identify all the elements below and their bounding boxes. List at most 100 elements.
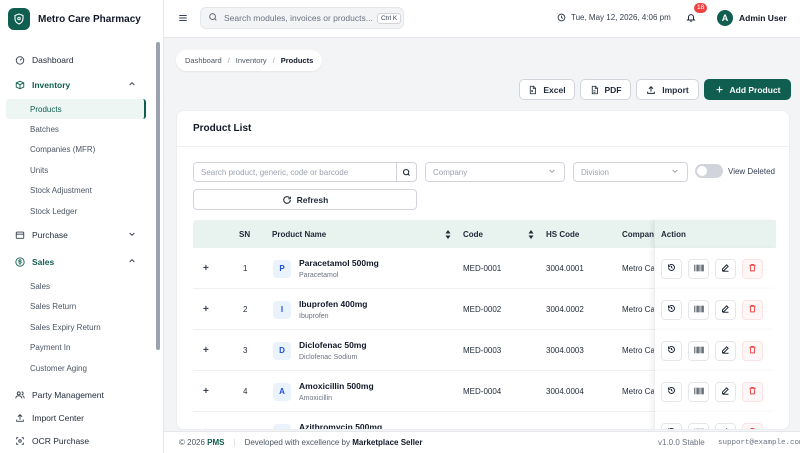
- product-search[interactable]: [193, 162, 417, 182]
- cell-company: Metro Care: [622, 346, 654, 355]
- edit-button[interactable]: [715, 340, 736, 361]
- sidebar-item-label: Party Management: [32, 390, 104, 401]
- sidebar-item-stock-adjustment[interactable]: Stock Adjustment: [0, 181, 152, 201]
- delete-button[interactable]: [742, 258, 763, 279]
- sidebar-item-payment-in[interactable]: Payment In: [0, 338, 152, 358]
- bell-icon[interactable]: [686, 12, 696, 25]
- search-button[interactable]: [396, 163, 416, 181]
- edit-button[interactable]: [715, 299, 736, 320]
- avatar[interactable]: A: [717, 10, 733, 26]
- support-email[interactable]: support@example.com: [718, 439, 800, 447]
- delete-button[interactable]: [742, 422, 763, 429]
- brand[interactable]: Metro Care Pharmacy: [0, 0, 163, 38]
- footer-brand: PMS: [207, 438, 225, 447]
- cell-code: MED-0004: [463, 387, 502, 396]
- sidebar-item-sales[interactable]: Sales: [0, 252, 152, 272]
- sidebar-item-customer-aging[interactable]: Customer Aging: [0, 358, 152, 378]
- product-name[interactable]: Azithromycin 500mg: [299, 422, 382, 429]
- sidebar-item-inventory[interactable]: Inventory: [0, 75, 152, 95]
- barcode-button[interactable]: [688, 340, 709, 361]
- product-search-input[interactable]: [194, 167, 394, 177]
- file-icon: [591, 85, 598, 94]
- edit-button[interactable]: [715, 258, 736, 279]
- expand-row-icon[interactable]: +: [203, 248, 209, 289]
- delete-button[interactable]: [742, 340, 763, 361]
- global-search-input[interactable]: [224, 13, 374, 23]
- chevron-down-icon: [128, 230, 136, 240]
- user-name[interactable]: Admin User: [739, 13, 787, 23]
- delete-button[interactable]: [742, 299, 763, 320]
- edit-button[interactable]: [715, 381, 736, 402]
- cart-icon: [14, 229, 26, 241]
- barcode-button[interactable]: [688, 422, 709, 429]
- product-name[interactable]: Ibuprofen 400mg: [299, 299, 367, 309]
- sidebar-item-label: Sales Return: [30, 302, 77, 312]
- sidebar-item-sales-list[interactable]: Sales: [0, 276, 152, 296]
- col-company[interactable]: Company: [622, 230, 654, 239]
- col-code[interactable]: Code: [463, 230, 483, 239]
- sort-icon[interactable]: [445, 230, 451, 239]
- product-name[interactable]: Paracetamol 500mg: [299, 258, 379, 268]
- division-select[interactable]: Division: [573, 162, 688, 182]
- pencil-icon: [721, 304, 730, 315]
- dashboard-icon: [14, 54, 26, 66]
- sidebar-item-products[interactable]: Products: [6, 99, 146, 120]
- sidebar-item-dashboard[interactable]: Dashboard: [0, 50, 152, 70]
- refresh-button[interactable]: Refresh: [193, 189, 417, 210]
- history-icon: [667, 304, 676, 315]
- cell-product: Paracetamol 500mg Paracetamol: [299, 248, 379, 289]
- sidebar-item-companies[interactable]: Companies (MFR): [0, 140, 152, 160]
- col-product-name[interactable]: Product Name: [272, 230, 326, 239]
- sidebar-item-label: Payment In: [30, 343, 71, 353]
- developer-name[interactable]: Marketplace Seller: [352, 438, 422, 447]
- add-product-button[interactable]: Add Product: [704, 79, 791, 100]
- history-button[interactable]: [661, 381, 682, 402]
- sidebar-item-ocr-purchase[interactable]: OCR Purchase: [0, 431, 152, 451]
- refresh-icon: [282, 195, 291, 204]
- menu-toggle-icon[interactable]: [178, 13, 188, 23]
- row-actions: [654, 412, 776, 429]
- delete-button[interactable]: [742, 381, 763, 402]
- trash-icon: [748, 304, 757, 315]
- sidebar-scrollbar[interactable]: [156, 42, 160, 350]
- import-button[interactable]: Import: [636, 79, 699, 100]
- chevron-up-icon: [128, 257, 136, 267]
- breadcrumb-inventory[interactable]: Inventory: [236, 56, 267, 65]
- breadcrumb-dashboard[interactable]: Dashboard: [185, 56, 222, 65]
- sidebar-item-batches[interactable]: Batches: [0, 119, 152, 139]
- barcode-button[interactable]: [688, 258, 709, 279]
- cell-sn: 1: [243, 264, 248, 273]
- col-sn[interactable]: SN: [239, 230, 250, 239]
- col-hs-code[interactable]: HS Code: [546, 230, 579, 239]
- sort-icon[interactable]: [528, 230, 534, 239]
- barcode-button[interactable]: [688, 381, 709, 402]
- product-name[interactable]: Diclofenac 50mg: [299, 340, 367, 350]
- expand-row-icon[interactable]: +: [203, 371, 209, 412]
- sidebar-item-party-management[interactable]: Party Management: [0, 385, 152, 405]
- history-button[interactable]: [661, 258, 682, 279]
- expand-row-icon[interactable]: +: [203, 412, 209, 429]
- edit-button[interactable]: [715, 422, 736, 429]
- barcode-button[interactable]: [688, 299, 709, 320]
- export-excel-button[interactable]: Excel: [519, 79, 575, 100]
- app-title: Metro Care Pharmacy: [38, 13, 141, 25]
- sidebar-item-sales-expiry-return[interactable]: Sales Expiry Return: [0, 317, 152, 337]
- product-name[interactable]: Amoxicillin 500mg: [299, 381, 374, 391]
- product-initial-badge: D: [273, 330, 291, 371]
- view-deleted-toggle[interactable]: [695, 164, 723, 178]
- history-button[interactable]: [661, 422, 682, 429]
- export-pdf-button[interactable]: PDF: [580, 79, 631, 100]
- expand-row-icon[interactable]: +: [203, 289, 209, 330]
- history-button[interactable]: [661, 299, 682, 320]
- history-button[interactable]: [661, 340, 682, 361]
- company-select[interactable]: Company: [425, 162, 565, 182]
- sidebar-item-import-center[interactable]: Import Center: [0, 408, 152, 428]
- shield-logo-icon: [8, 8, 30, 30]
- sidebar-item-units[interactable]: Units: [0, 160, 152, 180]
- sidebar-item-stock-ledger[interactable]: Stock Ledger: [0, 201, 152, 221]
- global-search[interactable]: Ctrl K: [200, 7, 404, 29]
- sidebar-item-sales-return[interactable]: Sales Return: [0, 297, 152, 317]
- sidebar-item-purchase[interactable]: Purchase: [0, 225, 152, 245]
- table-body: +1 P Paracetamol 500mg Paracetamol MED-0001 3…: [193, 248, 776, 429]
- expand-row-icon[interactable]: +: [203, 330, 209, 371]
